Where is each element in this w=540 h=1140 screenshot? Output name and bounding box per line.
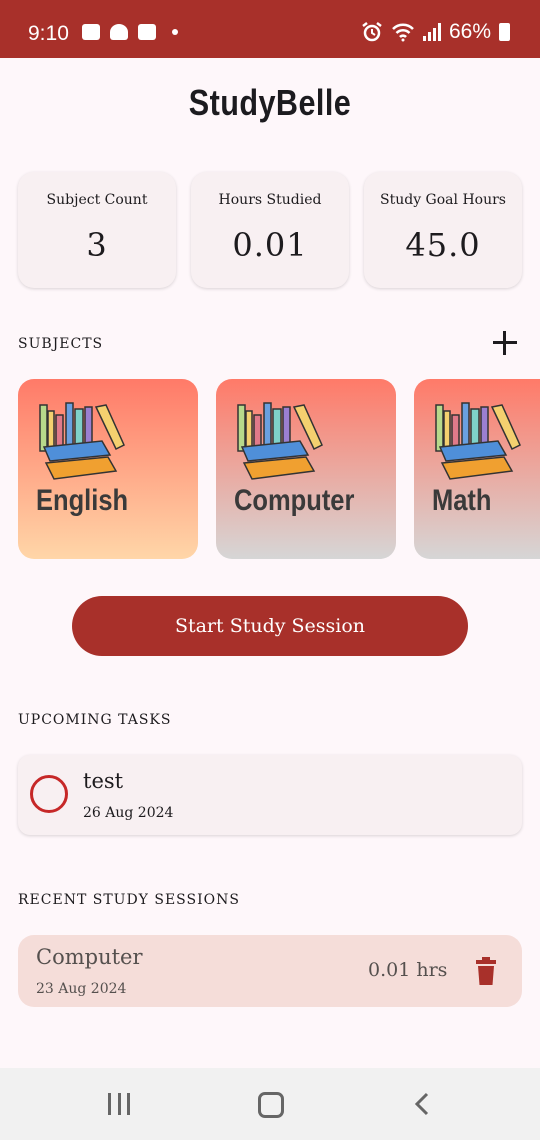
task-name: test bbox=[83, 769, 124, 793]
books-icon bbox=[39, 402, 125, 480]
dot-icon bbox=[172, 29, 178, 35]
task-checkbox[interactable] bbox=[30, 775, 68, 813]
plus-icon[interactable] bbox=[492, 330, 518, 356]
subject-card-english[interactable]: English bbox=[18, 379, 198, 559]
back-icon[interactable] bbox=[414, 1092, 430, 1116]
task-date: 26 Aug 2024 bbox=[83, 805, 174, 821]
recent-sessions-header: RECENT STUDY SESSIONS bbox=[18, 892, 240, 908]
start-study-session-button[interactable]: Start Study Session bbox=[72, 596, 468, 656]
wifi-icon bbox=[392, 23, 414, 42]
stat-value: 3 bbox=[86, 226, 108, 264]
signal-icon bbox=[422, 23, 441, 41]
recent-apps-icon[interactable] bbox=[108, 1093, 130, 1115]
session-item: Computer 23 Aug 2024 0.01 hrs bbox=[18, 935, 522, 1007]
stat-value: 0.01 bbox=[232, 226, 308, 264]
snapchat-icon bbox=[110, 24, 128, 40]
upcoming-tasks-header: UPCOMING TASKS bbox=[18, 712, 172, 728]
trash-icon[interactable] bbox=[476, 957, 496, 985]
session-date: 23 Aug 2024 bbox=[36, 981, 127, 997]
stat-label: Study Goal Hours bbox=[380, 192, 506, 208]
notification-icon bbox=[138, 24, 156, 40]
task-item[interactable]: test 26 Aug 2024 bbox=[18, 755, 522, 835]
books-icon bbox=[435, 402, 521, 480]
stat-label: Subject Count bbox=[46, 192, 148, 208]
stat-card-study-goal-hours: Study Goal Hours 45.0 bbox=[364, 172, 522, 288]
stat-label: Hours Studied bbox=[218, 192, 322, 208]
subject-card-math[interactable]: Math bbox=[414, 379, 540, 559]
stat-card-subject-count: Subject Count 3 bbox=[18, 172, 176, 288]
subject-name: Math bbox=[432, 484, 492, 517]
subjects-header: SUBJECTS bbox=[18, 336, 104, 352]
session-subject: Computer bbox=[36, 945, 143, 969]
system-nav-bar bbox=[0, 1068, 540, 1140]
start-study-session-label: Start Study Session bbox=[174, 615, 366, 637]
battery-level: 66% bbox=[448, 20, 491, 43]
stat-card-hours-studied: Hours Studied 0.01 bbox=[191, 172, 349, 288]
subject-card-computer[interactable]: Computer bbox=[216, 379, 396, 559]
gallery-icon bbox=[82, 24, 100, 40]
home-icon[interactable] bbox=[258, 1092, 284, 1118]
session-hours: 0.01 hrs bbox=[368, 959, 448, 981]
alarm-icon bbox=[362, 22, 382, 42]
battery-icon bbox=[499, 23, 510, 41]
status-bar: 9:10 66% bbox=[0, 0, 540, 58]
subject-name: Computer bbox=[234, 484, 355, 517]
stat-value: 45.0 bbox=[405, 226, 481, 264]
app-title: StudyBelle bbox=[188, 82, 352, 123]
status-time: 9:10 bbox=[28, 22, 69, 45]
books-icon bbox=[237, 402, 323, 480]
subject-name: English bbox=[36, 484, 129, 517]
